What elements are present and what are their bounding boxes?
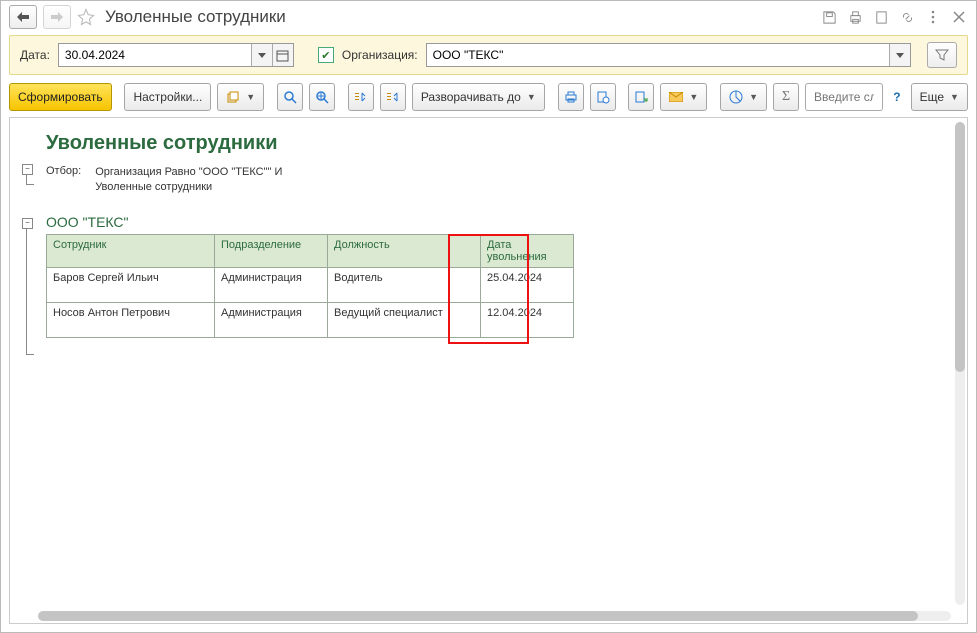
more-label: Еще [920, 90, 944, 104]
cell-department: Администрация [215, 267, 328, 302]
table-row[interactable]: Носов Антон Петрович Администрация Ведущ… [47, 302, 574, 337]
mail-icon [669, 92, 683, 102]
horizontal-scrollbar[interactable] [38, 611, 951, 621]
col-position: Должность [328, 234, 481, 267]
settings-label: Настройки... [133, 90, 202, 104]
sum-button[interactable]: Σ [773, 83, 799, 111]
cell-employee: Носов Антон Петрович [47, 302, 215, 337]
vertical-scrollbar[interactable] [955, 122, 965, 605]
report-area: − − Уволенные сотрудники Отбор: Организа… [9, 117, 968, 624]
search-icon [283, 90, 297, 104]
generate-button[interactable]: Сформировать [9, 83, 112, 111]
org-dropdown-icon[interactable] [889, 44, 910, 66]
nav-forward-button[interactable] [43, 5, 71, 29]
col-dismissal-date: Дата увольнения [481, 234, 574, 267]
collapse-levels-button[interactable] [380, 83, 406, 111]
cell-date: 25.04.2024 [481, 267, 574, 302]
cell-department: Администрация [215, 302, 328, 337]
filter-funnel-button[interactable] [927, 42, 957, 68]
find-button[interactable] [277, 83, 303, 111]
filter-text: Организация Равно "ООО "ТЕКС"" И Уволенн… [95, 165, 282, 196]
cell-position: Ведущий специалист [328, 302, 481, 337]
date-field[interactable] [58, 43, 294, 67]
expand-to-button[interactable]: Разворачивать до▼ [412, 83, 545, 111]
toolbar: Сформировать Настройки... ▼ Разворачиват… [1, 81, 976, 117]
close-icon[interactable] [950, 8, 968, 26]
quick-search[interactable] [805, 83, 883, 111]
collapse-toggle-1[interactable]: − [22, 164, 33, 175]
filter-label: Отбор: [46, 165, 81, 196]
link-icon[interactable] [898, 8, 916, 26]
date-dropdown-icon[interactable] [251, 44, 272, 66]
org-input[interactable] [427, 46, 889, 64]
col-employee: Сотрудник [47, 234, 215, 267]
variants-button[interactable]: ▼ [217, 83, 264, 111]
search-next-icon [315, 90, 329, 104]
org-section-title: ООО "ТЕКС" [46, 214, 957, 230]
send-button[interactable]: ▼ [660, 83, 707, 111]
diagram-icon [729, 90, 743, 104]
filter-text-1: Организация Равно "ООО "ТЕКС"" И [95, 166, 282, 178]
col-department: Подразделение [215, 234, 328, 267]
org-checkbox[interactable]: ✔ [318, 47, 334, 63]
save-icon[interactable] [820, 8, 838, 26]
sigma-icon: Σ [782, 89, 790, 105]
filter-text-2: Уволенные сотрудники [95, 181, 212, 193]
expand-icon [354, 90, 368, 104]
settings-button[interactable]: Настройки... [124, 83, 211, 111]
report-table: Сотрудник Подразделение Должность Дата у… [46, 234, 574, 338]
find-next-button[interactable] [309, 83, 335, 111]
expand-levels-button[interactable] [348, 83, 374, 111]
cell-date: 12.04.2024 [481, 302, 574, 337]
print-icon[interactable] [846, 8, 864, 26]
outline-gutter: − − [10, 118, 38, 623]
window-title: Уволенные сотрудники [105, 7, 814, 27]
document-icon[interactable] [872, 8, 890, 26]
titlebar: Уволенные сотрудники [1, 1, 976, 33]
scrollbar-thumb-v[interactable] [955, 122, 965, 372]
scrollbar-thumb-h[interactable] [38, 611, 918, 621]
favorite-star-icon[interactable] [77, 8, 95, 26]
diagram-button[interactable]: ▼ [720, 83, 767, 111]
more-button[interactable]: Еще▼ [911, 83, 968, 111]
cell-employee: Баров Сергей Ильич [47, 267, 215, 302]
calendar-icon[interactable] [272, 44, 293, 66]
quick-search-input[interactable] [812, 89, 876, 105]
report-body: Уволенные сотрудники Отбор: Организация … [38, 118, 967, 623]
more-menu-icon[interactable] [924, 8, 942, 26]
org-label: Организация: [342, 48, 418, 62]
cell-position: Водитель [328, 267, 481, 302]
table-header-row: Сотрудник Подразделение Должность Дата у… [47, 234, 574, 267]
preview-icon [596, 90, 610, 104]
table-row[interactable]: Баров Сергей Ильич Администрация Водител… [47, 267, 574, 302]
save-report-button[interactable] [628, 83, 654, 111]
save-report-icon [634, 90, 648, 104]
generate-label: Сформировать [18, 90, 103, 104]
date-label: Дата: [20, 48, 50, 62]
copy-icon [226, 90, 240, 104]
report-filter-row: Отбор: Организация Равно "ООО "ТЕКС"" И … [46, 165, 957, 196]
print-button[interactable] [558, 83, 584, 111]
date-input[interactable] [59, 46, 251, 64]
expand-to-label: Разворачивать до [421, 90, 521, 104]
nav-back-button[interactable] [9, 5, 37, 29]
org-field[interactable] [426, 43, 911, 67]
report-title: Уволенные сотрудники [46, 132, 957, 155]
help-button[interactable]: ? [889, 90, 904, 104]
collapse-icon [386, 90, 400, 104]
collapse-toggle-2[interactable]: − [22, 218, 33, 229]
filter-bar: Дата: ✔ Организация: [9, 35, 968, 75]
print-icon [564, 90, 578, 104]
print-preview-button[interactable] [590, 83, 616, 111]
